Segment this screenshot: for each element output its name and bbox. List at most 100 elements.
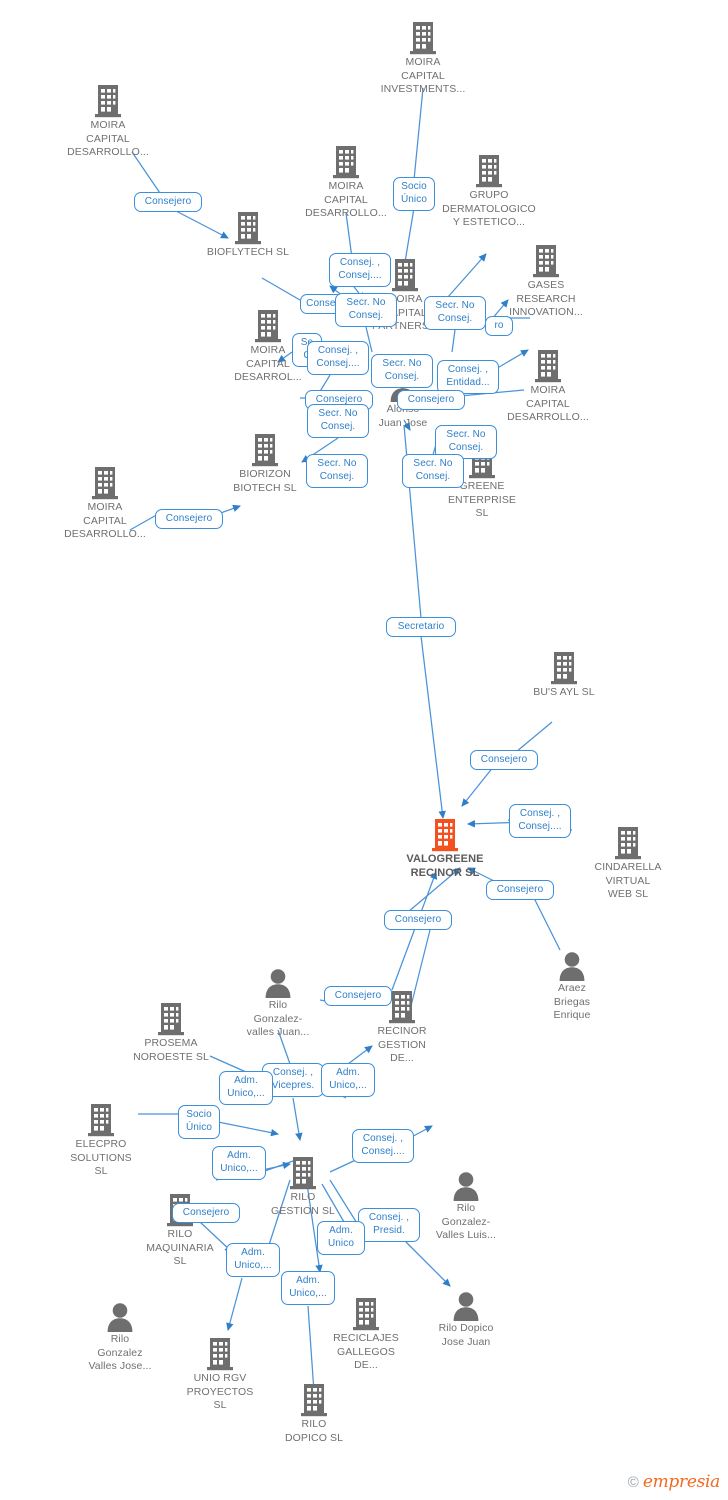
building-icon bbox=[568, 826, 688, 860]
person-icon bbox=[512, 951, 632, 981]
edge-label-e05[interactable]: Secr. No Consej. bbox=[335, 293, 397, 327]
building-icon bbox=[45, 466, 165, 500]
edge-label-e10[interactable]: Secr. No Consej. bbox=[371, 354, 433, 388]
building-icon bbox=[41, 1103, 161, 1137]
graph-node-n13[interactable]: MOIRA CAPITAL DESARROLLO... bbox=[45, 466, 165, 542]
building-icon bbox=[188, 211, 308, 245]
person-icon bbox=[60, 1302, 180, 1332]
graph-node-n18[interactable]: Rilo Gonzalez- valles Juan... bbox=[218, 968, 338, 1040]
node-label: MOIRA CAPITAL DESARROLLO... bbox=[64, 501, 146, 540]
edge-label-e02[interactable]: Consejero bbox=[134, 192, 202, 212]
building-icon bbox=[488, 349, 608, 383]
graph-node-n05[interactable]: BIOFLYTECH SL bbox=[188, 211, 308, 260]
edge-label-e33[interactable]: Adm. Unico bbox=[317, 1221, 365, 1255]
node-label: Rilo Gonzalez- valles Juan... bbox=[246, 999, 310, 1038]
edge-label-e17[interactable]: Secr. No Consej. bbox=[402, 454, 464, 488]
edge-line bbox=[261, 277, 301, 301]
edge-line bbox=[391, 871, 438, 991]
building-icon bbox=[254, 1383, 374, 1417]
edge-line bbox=[405, 1241, 451, 1287]
watermark: © empresia bbox=[627, 1472, 721, 1492]
node-label: ELECPRO SOLUTIONS SL bbox=[70, 1138, 132, 1177]
edge-line bbox=[226, 1277, 243, 1331]
graph-node-n04[interactable]: GRUPO DERMATOLOGICO Y ESTETICO... bbox=[429, 154, 549, 230]
edge-label-e20[interactable]: Consejero bbox=[470, 750, 538, 770]
edge-label-e14[interactable]: Secr. No Consej. bbox=[307, 404, 369, 438]
graph-node-n27[interactable]: Rilo Dopico Jose Juan bbox=[406, 1291, 526, 1349]
person-icon bbox=[406, 1171, 526, 1201]
graph-node-n17[interactable]: Araez Briegas Enrique bbox=[512, 951, 632, 1023]
edge-layer bbox=[129, 87, 573, 1393]
graph-node-n09[interactable]: MOIRA CAPITAL DESARROLLO... bbox=[488, 349, 608, 425]
edge-label-e28[interactable]: Socio Único bbox=[178, 1105, 220, 1139]
graph-node-n16[interactable]: CINDARELLA VIRTUAL WEB SL bbox=[568, 826, 688, 902]
graph-node-n21[interactable]: ELECPRO SOLUTIONS SL bbox=[41, 1103, 161, 1179]
edge-label-e23[interactable]: Consejero bbox=[384, 910, 452, 930]
graph-node-n15[interactable]: VALOGREENE RECINOR SL bbox=[385, 818, 505, 880]
node-label: RECINOR GESTION DE... bbox=[377, 1025, 427, 1064]
node-label: MOIRA CAPITAL INVESTMENTS... bbox=[380, 56, 466, 95]
node-label: CINDARELLA VIRTUAL WEB SL bbox=[594, 861, 662, 900]
edge-label-e22[interactable]: Consejero bbox=[486, 880, 554, 900]
edge-label-e29[interactable]: Adm. Unico,... bbox=[212, 1146, 266, 1180]
edge-label-e34[interactable]: Adm. Unico,... bbox=[226, 1243, 280, 1277]
edge-line bbox=[292, 1097, 303, 1141]
graph-node-n02[interactable]: MOIRA CAPITAL DESARROLLO... bbox=[48, 84, 168, 160]
node-label: RILO GESTION SL bbox=[270, 1191, 335, 1217]
graph-node-n01[interactable]: MOIRA CAPITAL INVESTMENTS... bbox=[363, 21, 483, 97]
node-label: RILO DOPICO SL bbox=[284, 1418, 344, 1444]
copyright-symbol: © bbox=[627, 1473, 639, 1491]
node-label: VALOGREENE RECINOR SL bbox=[406, 853, 484, 879]
person-icon bbox=[406, 1291, 526, 1321]
graph-node-n20[interactable]: PROSEMA NOROESTE SL bbox=[111, 1002, 231, 1064]
building-icon bbox=[504, 651, 624, 685]
person-icon bbox=[218, 968, 338, 998]
edge-label-e18[interactable]: Consejero bbox=[155, 509, 223, 529]
network-diagram-canvas[interactable]: MOIRA CAPITAL INVESTMENTS... MOIRA CAPITA… bbox=[0, 0, 728, 1500]
edge-line bbox=[413, 87, 424, 181]
edge-label-e19[interactable]: Secretario bbox=[386, 617, 456, 637]
edge-label-e30[interactable]: Consej. , Consej.... bbox=[352, 1129, 414, 1163]
node-label: Araez Briegas Enrique bbox=[553, 982, 591, 1021]
edge-line bbox=[515, 721, 553, 753]
edge-label-e11[interactable]: Consej. , Entidad... bbox=[437, 360, 499, 394]
edge-label-e31[interactable]: Consejero bbox=[172, 1203, 240, 1223]
node-label: BIOFLYTECH SL bbox=[206, 246, 290, 258]
graph-node-n23[interactable]: Rilo Gonzalez- Valles Luis... bbox=[406, 1171, 526, 1243]
edge-label-e09[interactable]: Consej. , Consej.... bbox=[307, 341, 369, 375]
graph-node-n06[interactable]: GASES RESEARCH INNOVATION... bbox=[486, 244, 606, 320]
building-icon bbox=[48, 84, 168, 118]
edge-label-e03[interactable]: Consej. , Consej.... bbox=[329, 253, 391, 287]
edge-label-e07[interactable]: ro bbox=[485, 316, 513, 336]
node-label: GRUPO DERMATOLOGICO Y ESTETICO... bbox=[442, 189, 536, 228]
node-label: PROSEMA NOROESTE SL bbox=[133, 1037, 209, 1063]
building-icon bbox=[286, 145, 406, 179]
node-label: MOIRA CAPITAL DESARROLLO... bbox=[507, 384, 589, 423]
edge-label-e27[interactable]: Adm. Unico,... bbox=[321, 1063, 375, 1097]
edge-label-e26[interactable]: Adm. Unico,... bbox=[219, 1071, 273, 1105]
edge-label-e16[interactable]: Secr. No Consej. bbox=[306, 454, 368, 488]
node-label: MOIRA CAPITAL DESARROLLO... bbox=[67, 119, 149, 158]
edge-label-e06[interactable]: Secr. No Consej. bbox=[424, 296, 486, 330]
node-label: Rilo Gonzalez- Valles Luis... bbox=[435, 1202, 497, 1241]
edge-line bbox=[420, 635, 446, 819]
graph-node-n14[interactable]: BU'S AYL SL bbox=[504, 651, 624, 700]
edge-label-e32[interactable]: Consej. , Presid. bbox=[358, 1208, 420, 1242]
edge-label-e12[interactable]: Consejero bbox=[397, 390, 465, 410]
building-icon bbox=[486, 244, 606, 278]
building-icon bbox=[111, 1002, 231, 1036]
edge-label-e24[interactable]: Consejero bbox=[324, 986, 392, 1006]
edge-line bbox=[217, 1121, 279, 1137]
node-label: Rilo Dopico Jose Juan bbox=[438, 1322, 494, 1348]
edge-label-e21[interactable]: Consej. , Consej.... bbox=[509, 804, 571, 838]
edge-label-e35[interactable]: Adm. Unico,... bbox=[281, 1271, 335, 1305]
graph-node-n29[interactable]: RILO DOPICO SL bbox=[254, 1383, 374, 1445]
node-label: RILO MAQUINARIA SL bbox=[146, 1228, 214, 1267]
building-icon bbox=[160, 1337, 280, 1371]
empresia-brand: empresia bbox=[642, 1472, 720, 1492]
edge-label-e01[interactable]: Socio Único bbox=[393, 177, 435, 211]
node-label: GASES RESEARCH INNOVATION... bbox=[509, 279, 583, 318]
graph-node-n03[interactable]: MOIRA CAPITAL DESARROLLO... bbox=[286, 145, 406, 221]
building-icon bbox=[429, 154, 549, 188]
edge-line bbox=[533, 897, 561, 951]
